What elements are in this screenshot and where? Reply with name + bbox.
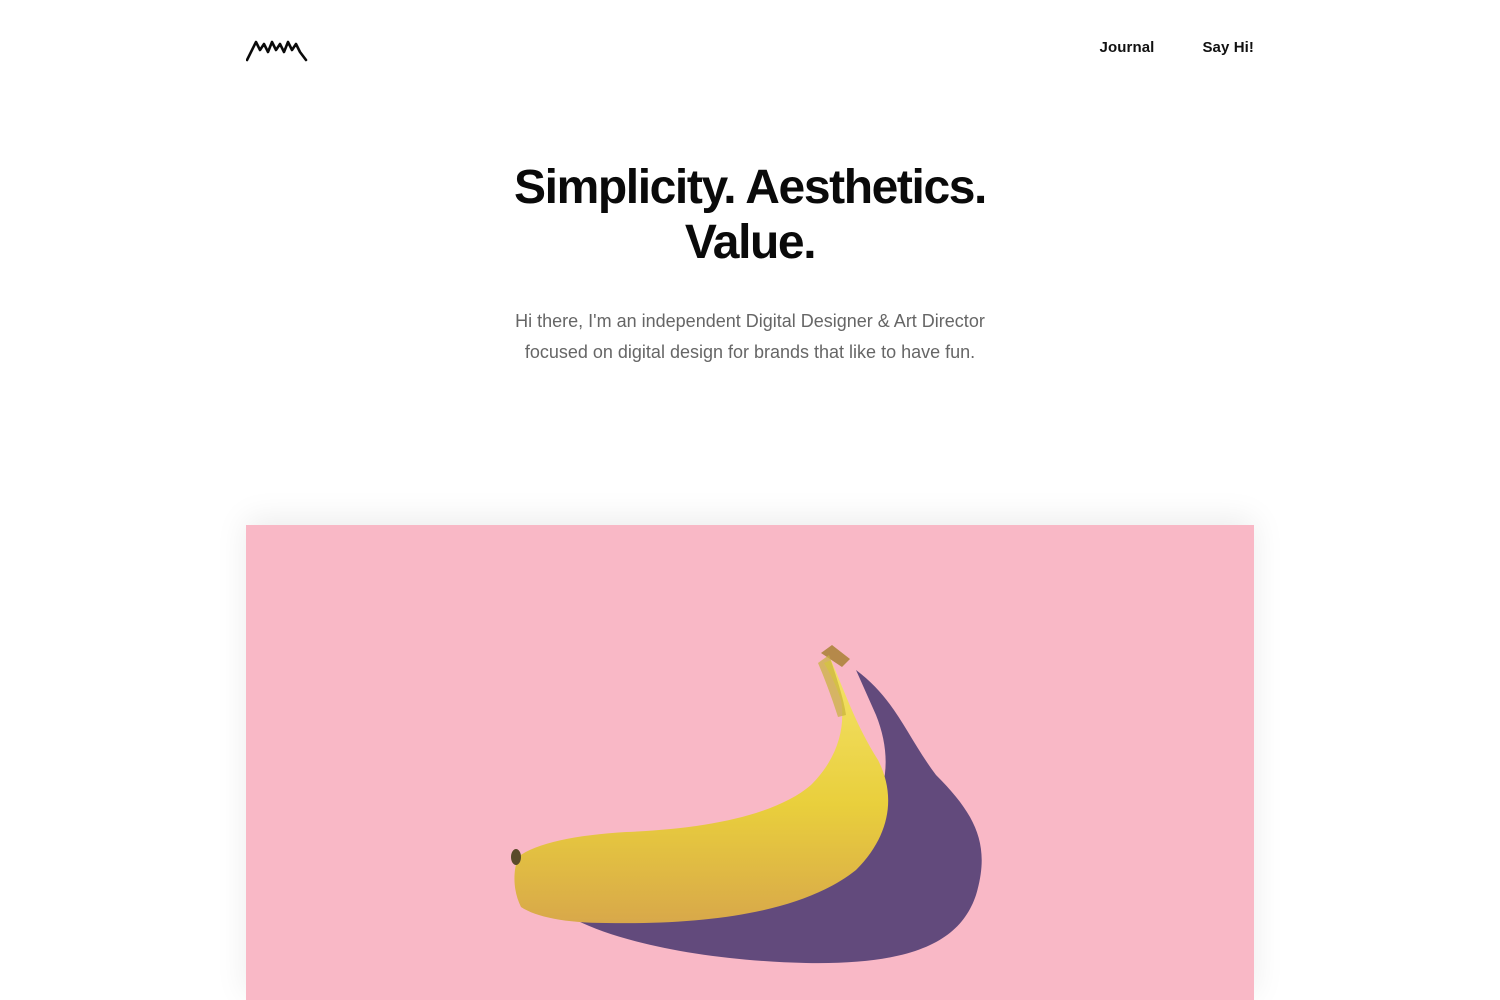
hero-title-line-1: Simplicity. Aesthetics. (514, 161, 987, 214)
site-header: Journal Say Hi! (246, 30, 1254, 68)
nav-journal-link[interactable]: Journal (1100, 39, 1155, 56)
hero-section: Simplicity. Aesthetics. Value. Hi there,… (0, 160, 1500, 368)
banana-body-shape (514, 660, 889, 924)
hero-title: Simplicity. Aesthetics. Value. (470, 160, 1030, 270)
logo-icon[interactable] (246, 34, 308, 62)
main-nav: Journal Say Hi! (1100, 39, 1254, 56)
nav-say-hi-link[interactable]: Say Hi! (1202, 39, 1254, 56)
hero-description: Hi there, I'm an independent Digital Des… (515, 311, 985, 362)
banana-tip-shape (511, 849, 521, 865)
featured-image[interactable] (246, 525, 1254, 1000)
hero-title-line-2: Value. (684, 216, 817, 269)
banana-image (511, 645, 982, 964)
